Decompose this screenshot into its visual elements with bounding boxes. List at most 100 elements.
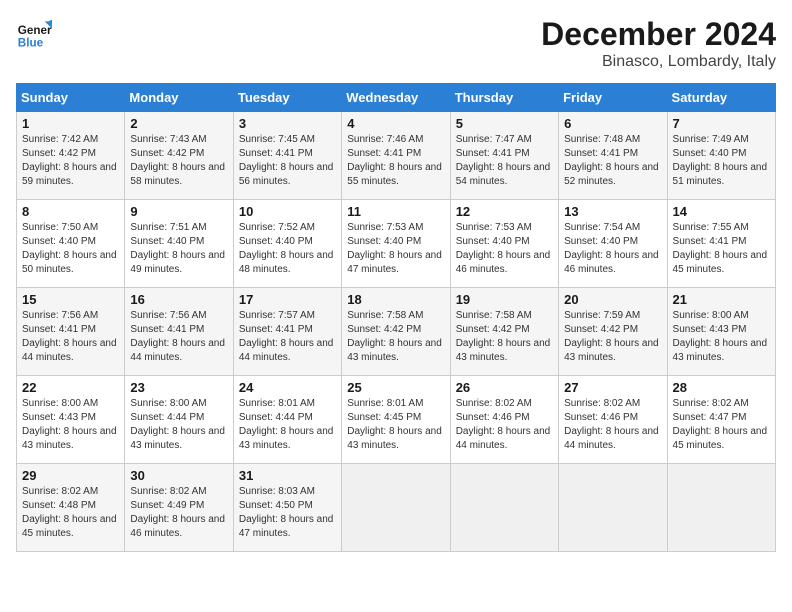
calendar-day-cell [667,464,775,552]
day-detail: Sunrise: 7:57 AM Sunset: 4:41 PM Dayligh… [239,310,334,363]
calendar-day-cell: 5 Sunrise: 7:47 AM Sunset: 4:41 PM Dayli… [450,112,558,200]
day-detail: Sunrise: 7:55 AM Sunset: 4:41 PM Dayligh… [673,222,768,275]
day-detail: Sunrise: 8:02 AM Sunset: 4:47 PM Dayligh… [673,398,768,451]
calendar-day-cell: 1 Sunrise: 7:42 AM Sunset: 4:42 PM Dayli… [17,112,125,200]
day-number: 8 [22,204,119,219]
day-detail: Sunrise: 8:00 AM Sunset: 4:43 PM Dayligh… [673,310,768,363]
logo-icon: General Blue [16,16,52,52]
day-number: 14 [673,204,770,219]
day-detail: Sunrise: 7:50 AM Sunset: 4:40 PM Dayligh… [22,222,117,275]
calendar-day-cell: 15 Sunrise: 7:56 AM Sunset: 4:41 PM Dayl… [17,288,125,376]
calendar-day-cell: 3 Sunrise: 7:45 AM Sunset: 4:41 PM Dayli… [233,112,341,200]
day-detail: Sunrise: 8:00 AM Sunset: 4:43 PM Dayligh… [22,398,117,451]
calendar-day-cell: 24 Sunrise: 8:01 AM Sunset: 4:44 PM Dayl… [233,376,341,464]
calendar-table: SundayMondayTuesdayWednesdayThursdayFrid… [16,83,776,552]
calendar-day-cell: 13 Sunrise: 7:54 AM Sunset: 4:40 PM Dayl… [559,200,667,288]
day-number: 10 [239,204,336,219]
day-detail: Sunrise: 7:45 AM Sunset: 4:41 PM Dayligh… [239,134,334,187]
calendar-day-cell: 22 Sunrise: 8:00 AM Sunset: 4:43 PM Dayl… [17,376,125,464]
weekday-header: Thursday [450,84,558,112]
calendar-week-row: 22 Sunrise: 8:00 AM Sunset: 4:43 PM Dayl… [17,376,776,464]
day-detail: Sunrise: 8:00 AM Sunset: 4:44 PM Dayligh… [130,398,225,451]
calendar-day-cell: 9 Sunrise: 7:51 AM Sunset: 4:40 PM Dayli… [125,200,233,288]
day-detail: Sunrise: 7:53 AM Sunset: 4:40 PM Dayligh… [347,222,442,275]
day-number: 24 [239,380,336,395]
day-number: 4 [347,116,444,131]
day-detail: Sunrise: 7:47 AM Sunset: 4:41 PM Dayligh… [456,134,551,187]
day-number: 5 [456,116,553,131]
day-detail: Sunrise: 7:42 AM Sunset: 4:42 PM Dayligh… [22,134,117,187]
calendar-week-row: 1 Sunrise: 7:42 AM Sunset: 4:42 PM Dayli… [17,112,776,200]
title-area: December 2024 Binasco, Lombardy, Italy [541,16,776,71]
day-number: 27 [564,380,661,395]
day-number: 31 [239,468,336,483]
day-number: 29 [22,468,119,483]
day-number: 16 [130,292,227,307]
day-number: 19 [456,292,553,307]
calendar-week-row: 8 Sunrise: 7:50 AM Sunset: 4:40 PM Dayli… [17,200,776,288]
day-number: 1 [22,116,119,131]
calendar-day-cell: 17 Sunrise: 7:57 AM Sunset: 4:41 PM Dayl… [233,288,341,376]
day-detail: Sunrise: 8:02 AM Sunset: 4:46 PM Dayligh… [564,398,659,451]
day-number: 6 [564,116,661,131]
day-number: 11 [347,204,444,219]
day-number: 18 [347,292,444,307]
calendar-day-cell: 25 Sunrise: 8:01 AM Sunset: 4:45 PM Dayl… [342,376,450,464]
calendar-day-cell: 19 Sunrise: 7:58 AM Sunset: 4:42 PM Dayl… [450,288,558,376]
day-number: 30 [130,468,227,483]
calendar-body: 1 Sunrise: 7:42 AM Sunset: 4:42 PM Dayli… [17,112,776,552]
calendar-day-cell: 4 Sunrise: 7:46 AM Sunset: 4:41 PM Dayli… [342,112,450,200]
calendar-day-cell: 8 Sunrise: 7:50 AM Sunset: 4:40 PM Dayli… [17,200,125,288]
calendar-week-row: 15 Sunrise: 7:56 AM Sunset: 4:41 PM Dayl… [17,288,776,376]
day-number: 22 [22,380,119,395]
calendar-day-cell: 29 Sunrise: 8:02 AM Sunset: 4:48 PM Dayl… [17,464,125,552]
weekday-header: Wednesday [342,84,450,112]
day-detail: Sunrise: 7:58 AM Sunset: 4:42 PM Dayligh… [456,310,551,363]
day-number: 21 [673,292,770,307]
day-detail: Sunrise: 7:48 AM Sunset: 4:41 PM Dayligh… [564,134,659,187]
weekday-header: Monday [125,84,233,112]
day-detail: Sunrise: 7:52 AM Sunset: 4:40 PM Dayligh… [239,222,334,275]
svg-text:Blue: Blue [18,37,44,50]
day-detail: Sunrise: 8:02 AM Sunset: 4:46 PM Dayligh… [456,398,551,451]
calendar-day-cell: 16 Sunrise: 7:56 AM Sunset: 4:41 PM Dayl… [125,288,233,376]
calendar-day-cell: 20 Sunrise: 7:59 AM Sunset: 4:42 PM Dayl… [559,288,667,376]
calendar-day-cell: 2 Sunrise: 7:43 AM Sunset: 4:42 PM Dayli… [125,112,233,200]
day-number: 12 [456,204,553,219]
svg-text:General: General [18,24,52,37]
weekday-header: Tuesday [233,84,341,112]
calendar-day-cell: 31 Sunrise: 8:03 AM Sunset: 4:50 PM Dayl… [233,464,341,552]
calendar-day-cell: 14 Sunrise: 7:55 AM Sunset: 4:41 PM Dayl… [667,200,775,288]
day-number: 20 [564,292,661,307]
weekday-header: Friday [559,84,667,112]
day-detail: Sunrise: 7:56 AM Sunset: 4:41 PM Dayligh… [130,310,225,363]
day-number: 26 [456,380,553,395]
header: General Blue December 2024 Binasco, Lomb… [16,16,776,71]
day-detail: Sunrise: 8:01 AM Sunset: 4:44 PM Dayligh… [239,398,334,451]
calendar-title: December 2024 [541,16,776,53]
day-detail: Sunrise: 8:01 AM Sunset: 4:45 PM Dayligh… [347,398,442,451]
day-number: 2 [130,116,227,131]
calendar-day-cell: 21 Sunrise: 8:00 AM Sunset: 4:43 PM Dayl… [667,288,775,376]
day-detail: Sunrise: 7:43 AM Sunset: 4:42 PM Dayligh… [130,134,225,187]
calendar-day-cell: 30 Sunrise: 8:02 AM Sunset: 4:49 PM Dayl… [125,464,233,552]
day-number: 13 [564,204,661,219]
calendar-day-cell [450,464,558,552]
day-detail: Sunrise: 7:51 AM Sunset: 4:40 PM Dayligh… [130,222,225,275]
day-detail: Sunrise: 7:49 AM Sunset: 4:40 PM Dayligh… [673,134,768,187]
day-number: 9 [130,204,227,219]
day-detail: Sunrise: 8:02 AM Sunset: 4:48 PM Dayligh… [22,486,117,539]
calendar-day-cell [559,464,667,552]
day-detail: Sunrise: 7:46 AM Sunset: 4:41 PM Dayligh… [347,134,442,187]
day-number: 7 [673,116,770,131]
calendar-day-cell: 26 Sunrise: 8:02 AM Sunset: 4:46 PM Dayl… [450,376,558,464]
calendar-subtitle: Binasco, Lombardy, Italy [541,53,776,71]
calendar-day-cell: 27 Sunrise: 8:02 AM Sunset: 4:46 PM Dayl… [559,376,667,464]
calendar-day-cell: 10 Sunrise: 7:52 AM Sunset: 4:40 PM Dayl… [233,200,341,288]
logo: General Blue [16,16,52,52]
day-detail: Sunrise: 7:54 AM Sunset: 4:40 PM Dayligh… [564,222,659,275]
calendar-header-row: SundayMondayTuesdayWednesdayThursdayFrid… [17,84,776,112]
calendar-day-cell: 23 Sunrise: 8:00 AM Sunset: 4:44 PM Dayl… [125,376,233,464]
day-number: 17 [239,292,336,307]
day-number: 28 [673,380,770,395]
